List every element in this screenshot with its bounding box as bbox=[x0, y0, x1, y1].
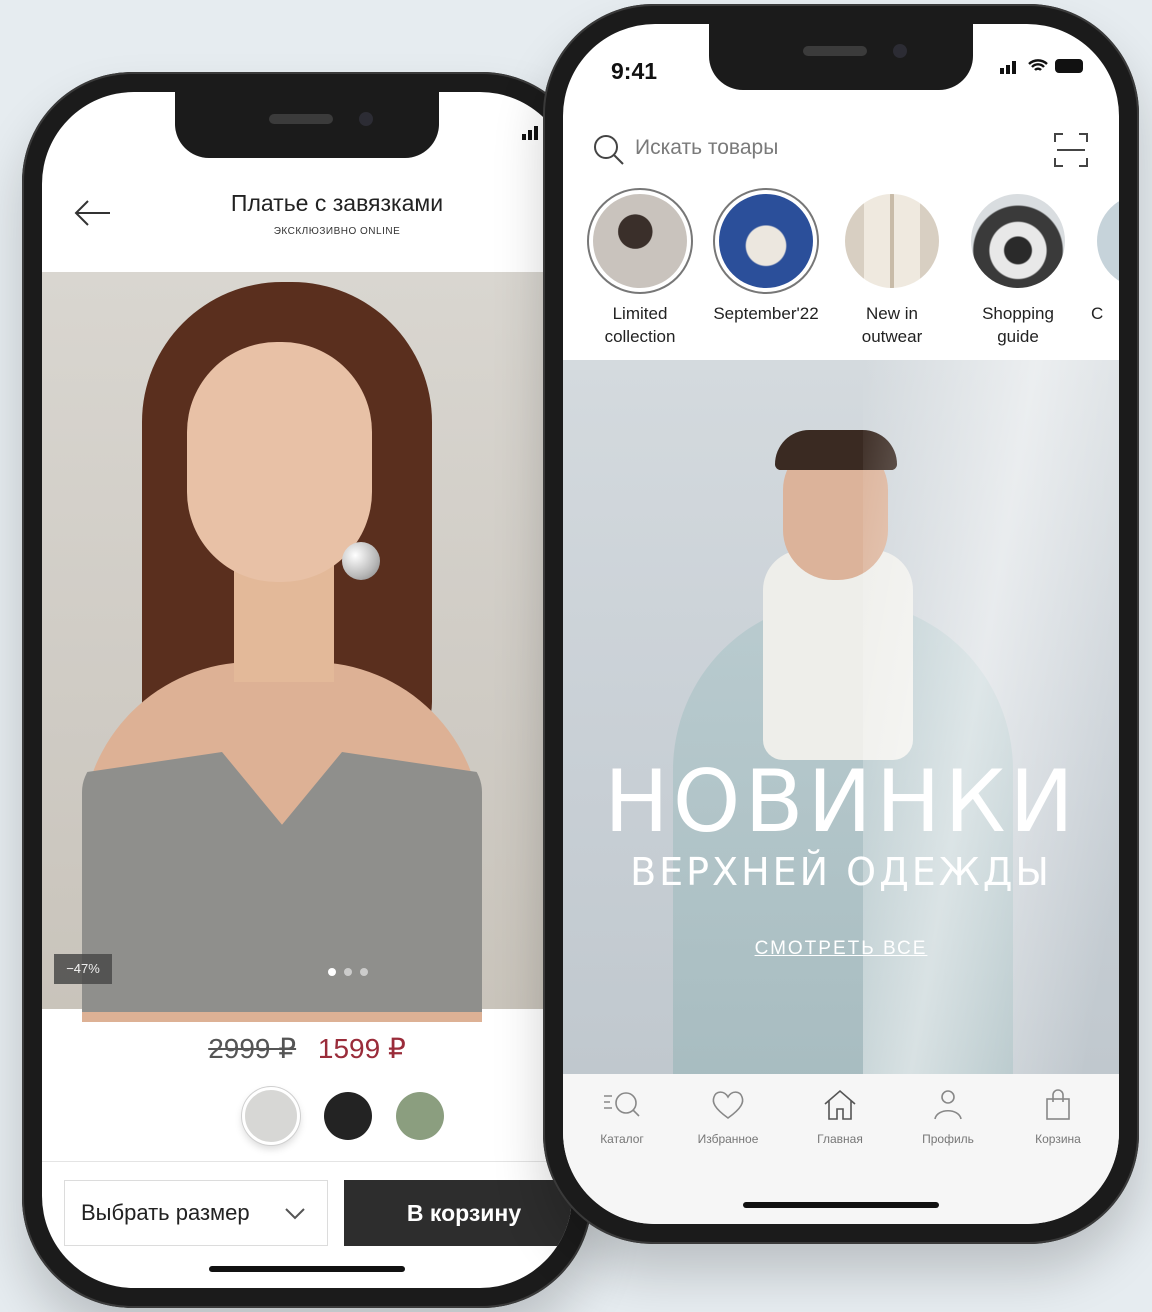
size-select-label: Выбрать размер bbox=[81, 1200, 250, 1225]
tab-label: Избранное bbox=[697, 1132, 759, 1146]
tab-label: Корзина bbox=[1035, 1132, 1081, 1146]
model-earring bbox=[342, 542, 380, 580]
divider bbox=[42, 1161, 572, 1162]
home-indicator bbox=[209, 1266, 405, 1272]
color-swatch-light-grey[interactable] bbox=[242, 1087, 300, 1145]
wifi-icon bbox=[1028, 59, 1048, 71]
status-icons bbox=[999, 58, 1083, 74]
tab-label: Каталог bbox=[600, 1132, 644, 1146]
story-label: C bbox=[1091, 304, 1104, 323]
story-item[interactable]: Shopping guide bbox=[965, 188, 1071, 348]
product-phone-frame: Платье с завязками ЭКСКЛЮЗИВНО ONLINE −4… bbox=[22, 72, 592, 1308]
story-item[interactable]: C bbox=[1091, 188, 1119, 348]
banner-veil bbox=[863, 360, 1119, 1120]
stories-row: Limited collection September'22 New in o… bbox=[587, 188, 1119, 348]
signal-icon bbox=[1000, 61, 1016, 74]
tab-favorites[interactable]: Избранное bbox=[673, 1088, 783, 1146]
search-icon bbox=[594, 135, 624, 165]
home-icon bbox=[824, 1089, 856, 1120]
heart-icon bbox=[712, 1091, 744, 1119]
model-face bbox=[187, 342, 372, 582]
story-label: Shopping guide bbox=[982, 304, 1054, 346]
battery-icon bbox=[1055, 59, 1083, 73]
product-photo[interactable]: −47% bbox=[42, 272, 572, 1022]
story-label: September'22 bbox=[713, 304, 819, 323]
size-select[interactable]: Выбрать размер bbox=[64, 1180, 328, 1246]
phone-notch bbox=[709, 24, 973, 90]
story-thumbnail bbox=[839, 188, 945, 294]
product-subtitle: ЭКСКЛЮЗИВНО ONLINE bbox=[273, 226, 401, 237]
color-swatches bbox=[242, 1087, 444, 1145]
old-price: 2999 ₽ bbox=[208, 1033, 297, 1064]
banner-subtitle: ВЕРХНЕЙ ОДЕЖДЫ bbox=[630, 850, 1052, 894]
see-all-link[interactable]: СМОТРЕТЬ ВСЕ bbox=[563, 938, 1119, 960]
new-price: 1599 ₽ bbox=[317, 1033, 406, 1064]
catalog-search-icon bbox=[604, 1092, 640, 1117]
scan-icon[interactable] bbox=[1053, 132, 1089, 168]
profile-icon bbox=[934, 1090, 962, 1120]
tab-label: Профиль bbox=[922, 1132, 974, 1146]
add-to-cart-button[interactable]: В корзину bbox=[344, 1180, 572, 1246]
pagination-dot[interactable] bbox=[360, 968, 368, 976]
search-input[interactable]: Искать товары bbox=[635, 136, 778, 160]
story-label: Limited collection bbox=[604, 304, 676, 346]
tab-home[interactable]: Главная bbox=[785, 1088, 895, 1146]
story-thumbnail bbox=[965, 188, 1071, 294]
tab-label: Главная bbox=[817, 1132, 863, 1146]
pagination-dot[interactable] bbox=[328, 968, 336, 976]
tab-cart[interactable]: Корзина bbox=[1003, 1088, 1113, 1146]
story-item[interactable]: September'22 bbox=[713, 188, 819, 348]
photo-pagination bbox=[328, 968, 368, 976]
product-screen: Платье с завязками ЭКСКЛЮЗИВНО ONLINE −4… bbox=[42, 92, 572, 1288]
discount-badge: −47% bbox=[54, 954, 112, 984]
story-thumbnail bbox=[587, 188, 693, 294]
pagination-dot[interactable] bbox=[344, 968, 352, 976]
bag-icon bbox=[1046, 1089, 1070, 1120]
bottom-tab-bar: Каталог Избранное Главная Профиль Корзин… bbox=[563, 1074, 1119, 1224]
home-phone-frame: 9:41 Искать товары Limited collection Se… bbox=[543, 4, 1139, 1244]
price-block: 2999 ₽ 1599 ₽ bbox=[42, 1032, 572, 1065]
color-swatch-sage[interactable] bbox=[396, 1092, 444, 1140]
chevron-down-icon bbox=[283, 1203, 307, 1229]
color-swatch-black[interactable] bbox=[324, 1092, 372, 1140]
tab-catalog[interactable]: Каталог bbox=[567, 1088, 677, 1146]
story-thumbnail bbox=[713, 188, 819, 294]
home-screen: 9:41 Искать товары Limited collection Se… bbox=[563, 24, 1119, 1224]
banner-title: НОВИНКИ bbox=[604, 752, 1078, 852]
product-header: Платье с завязками ЭКСКЛЮЗИВНО ONLINE bbox=[42, 152, 572, 272]
status-time: 9:41 bbox=[611, 58, 658, 84]
tab-profile[interactable]: Профиль bbox=[893, 1088, 1003, 1146]
story-thumbnail bbox=[1091, 188, 1119, 294]
story-item[interactable]: New in outwear bbox=[839, 188, 945, 348]
promo-banner[interactable]: НОВИНКИ ВЕРХНЕЙ ОДЕЖДЫ СМОТРЕТЬ ВСЕ bbox=[563, 360, 1119, 1120]
search-bar[interactable]: Искать товары bbox=[593, 128, 1089, 172]
product-title: Платье с завязками bbox=[230, 190, 444, 216]
home-indicator bbox=[743, 1202, 939, 1208]
story-item[interactable]: Limited collection bbox=[587, 188, 693, 348]
story-label: New in outwear bbox=[861, 304, 923, 346]
phone-notch bbox=[175, 92, 439, 158]
